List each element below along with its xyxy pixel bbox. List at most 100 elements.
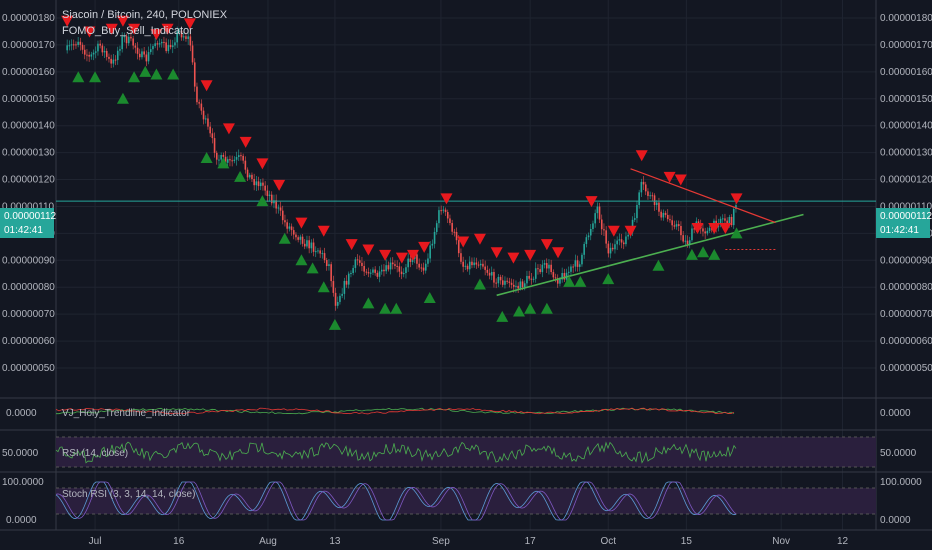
candle-body <box>554 277 557 279</box>
rsi-mid-left: 50.0000 <box>2 448 39 459</box>
x-tick-label: 15 <box>681 536 693 547</box>
candle-body <box>297 237 299 240</box>
candle-body <box>288 226 291 229</box>
candle-body <box>213 138 216 153</box>
candle-body <box>310 242 313 249</box>
candle-body <box>319 250 321 254</box>
candle-body <box>506 280 508 282</box>
candle-body <box>215 152 218 160</box>
candle-body <box>598 206 601 220</box>
candle-body <box>649 195 651 197</box>
candle-body <box>482 263 484 267</box>
candle-body <box>427 258 429 264</box>
rsi-band <box>56 437 876 467</box>
candle-body <box>235 157 238 160</box>
candle-body <box>702 228 704 232</box>
y-tick-left: 0.00000060 <box>2 336 55 347</box>
candle-body <box>218 159 220 161</box>
candle-body <box>453 231 456 233</box>
y-tick-left: 0.00000050 <box>2 363 55 374</box>
candle-body <box>600 219 603 230</box>
candle-body <box>321 253 324 255</box>
candle-body <box>603 229 605 231</box>
y-tick-left: 0.00000070 <box>2 309 55 320</box>
candle-body <box>517 285 519 289</box>
candle-body <box>493 272 495 283</box>
candle-body <box>378 271 381 277</box>
x-tick-label: 17 <box>525 536 537 547</box>
candle-body <box>477 264 480 266</box>
candle-body <box>171 45 174 48</box>
candle-body <box>523 283 526 288</box>
candle-body <box>308 240 310 249</box>
candle-body <box>191 45 194 63</box>
stoch-top-left: 100.0000 <box>2 477 44 488</box>
x-tick-label: Sep <box>432 536 450 547</box>
candle-body <box>376 272 379 277</box>
candle-body <box>537 268 539 270</box>
candle-body <box>449 218 451 223</box>
y-tick-right: 0.00000120 <box>880 175 932 186</box>
candle-body <box>372 269 374 273</box>
y-tick-left: 0.00000160 <box>2 67 55 78</box>
candle-body <box>145 54 148 62</box>
candle-body <box>548 264 550 269</box>
candle-body <box>567 271 570 273</box>
candle-body <box>504 280 506 285</box>
candle-body <box>658 202 660 212</box>
candle-body <box>332 281 335 293</box>
candle-body <box>350 273 352 275</box>
candle-body <box>211 133 214 139</box>
y-tick-left: 0.00000150 <box>2 94 55 105</box>
candle-body <box>541 264 544 273</box>
candle-body <box>152 46 154 50</box>
candle-body <box>207 118 209 127</box>
candle-body <box>431 243 434 246</box>
candle-body <box>677 224 680 227</box>
candle-body <box>231 160 233 162</box>
candle-body <box>70 44 73 46</box>
candle-body <box>563 273 566 280</box>
candle-body <box>226 159 229 163</box>
candle-body <box>684 240 687 242</box>
candle-body <box>497 276 500 284</box>
candle-body <box>306 240 308 247</box>
candle-body <box>237 155 240 158</box>
candle-body <box>334 292 337 306</box>
price-badge-left-countdown: 01:42:41 <box>4 225 43 236</box>
chart-canvas[interactable]: 0.00000180 0.00000180 0.00000170 0.00000170… <box>0 0 932 550</box>
candle-body <box>570 266 572 272</box>
candle-body <box>94 51 97 53</box>
candle-body <box>127 36 130 44</box>
candle-body <box>209 126 211 134</box>
stoch-bottom-left: 0.0000 <box>6 515 37 526</box>
candle-body <box>405 267 407 274</box>
candle-body <box>691 228 693 241</box>
candle-body <box>72 44 75 46</box>
candle-body <box>251 174 253 180</box>
candle-body <box>341 293 343 296</box>
candle-body <box>361 262 363 267</box>
candle-body <box>594 213 596 224</box>
candle-body <box>543 263 546 265</box>
candle-body <box>429 245 431 259</box>
candle-body <box>143 51 145 55</box>
candle-body <box>147 52 150 62</box>
candle-body <box>110 58 112 64</box>
candle-body <box>614 244 616 250</box>
price-badge-right-value: 0.00000112 <box>880 211 932 222</box>
y-tick-left: 0.00000140 <box>2 121 55 132</box>
candle-body <box>121 36 123 50</box>
candle-body <box>576 260 579 267</box>
rsi-mid-right: 50.0000 <box>880 448 917 459</box>
y-tick-right: 0.00000050 <box>880 363 932 374</box>
candle-body <box>369 272 372 274</box>
candle-body <box>468 261 471 270</box>
candle-body <box>317 250 319 252</box>
candle-body <box>609 247 612 254</box>
candle-body <box>277 207 280 209</box>
candle-body <box>512 284 515 287</box>
candle-body <box>680 226 682 236</box>
stoch-top-right: 100.0000 <box>880 477 922 488</box>
candle-body <box>314 251 317 253</box>
